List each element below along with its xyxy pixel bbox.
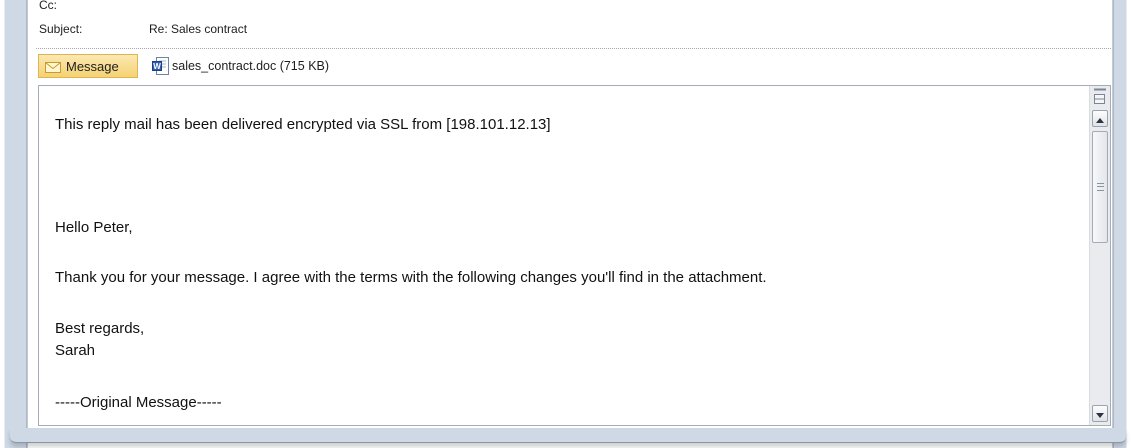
subject-label: Subject: bbox=[39, 22, 83, 36]
arrow-up-icon bbox=[1096, 110, 1104, 128]
scroll-down-button[interactable] bbox=[1092, 405, 1108, 422]
header-separator bbox=[36, 48, 1111, 49]
attachment-item[interactable]: W sales_contract.doc (715 KB) bbox=[152, 55, 329, 77]
window-frame-right bbox=[1112, 0, 1131, 448]
split-view-icon[interactable] bbox=[1093, 88, 1107, 108]
window-frame-left bbox=[0, 0, 28, 448]
message-window: Cc: Subject: Re: Sales contract Message W… bbox=[28, 0, 1112, 428]
grip-icon bbox=[1096, 183, 1104, 191]
subject-row: Subject: Re: Sales contract bbox=[39, 22, 247, 36]
message-body[interactable]: This reply mail has been delivered encry… bbox=[38, 85, 1111, 426]
message-paragraph: Thank you for your message. I agree with… bbox=[55, 269, 767, 286]
cc-label: Cc: bbox=[39, 0, 57, 12]
arrow-down-icon bbox=[1096, 405, 1104, 423]
closing: Best regards, bbox=[55, 320, 145, 337]
signature: Sarah bbox=[55, 342, 96, 359]
greeting: Hello Peter, bbox=[55, 219, 133, 236]
tab-message[interactable]: Message bbox=[38, 54, 138, 78]
attachment-label: sales_contract.doc (715 KB) bbox=[172, 59, 330, 73]
vertical-scrollbar[interactable] bbox=[1089, 86, 1110, 425]
word-document-icon: W bbox=[152, 56, 170, 76]
scroll-thumb[interactable] bbox=[1092, 131, 1108, 243]
ssl-notice: This reply mail has been delivered encry… bbox=[55, 116, 551, 133]
tab-message-label: Message bbox=[66, 58, 119, 74]
cc-row: Cc: bbox=[39, 0, 57, 12]
svg-text:W: W bbox=[153, 62, 161, 71]
original-message-header: -----Original Message----- bbox=[55, 394, 222, 411]
subject-value[interactable]: Re: Sales contract bbox=[149, 22, 247, 36]
window-frame-bottom bbox=[10, 428, 1126, 443]
envelope-icon bbox=[45, 61, 61, 73]
scroll-up-button[interactable] bbox=[1092, 110, 1108, 127]
